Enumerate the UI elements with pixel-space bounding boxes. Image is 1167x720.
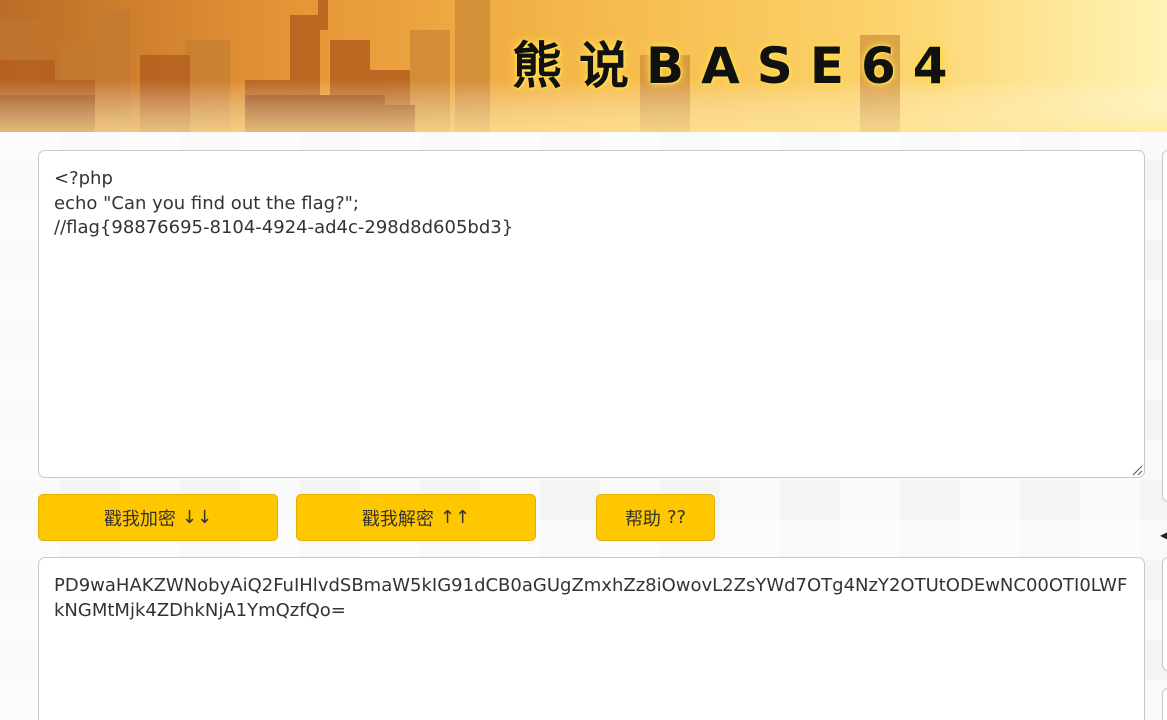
- caret-left-icon[interactable]: ◀: [1160, 528, 1167, 542]
- side-panel-middle: [1162, 557, 1167, 671]
- ciphertext-output[interactable]: PD9waHAKZWNobyAiQ2FuIHlvdSBmaW5kIG91dCB0…: [38, 557, 1145, 720]
- help-button[interactable]: 帮助 ??: [596, 494, 715, 541]
- header-banner: 熊说BASE64: [0, 0, 1167, 132]
- decode-button-label: 戳我解密: [361, 508, 434, 530]
- plaintext-input[interactable]: <?php echo "Can you find out the flag?";…: [38, 150, 1145, 478]
- double-up-arrow-icon: ↑↑: [439, 507, 471, 528]
- question-marks-icon: ??: [666, 507, 687, 528]
- encode-button[interactable]: 戳我加密 ↓↓: [38, 494, 278, 541]
- decode-button[interactable]: 戳我解密 ↑↑: [296, 494, 536, 541]
- help-button-label: 帮助: [624, 508, 661, 530]
- resize-grip-icon[interactable]: [1131, 464, 1143, 476]
- side-panel-bottom: [1162, 688, 1167, 720]
- encode-button-label: 戳我加密: [103, 508, 176, 530]
- side-panel-top: [1162, 150, 1167, 502]
- double-down-arrow-icon: ↓↓: [181, 507, 213, 528]
- page-title: 熊说BASE64: [512, 37, 965, 95]
